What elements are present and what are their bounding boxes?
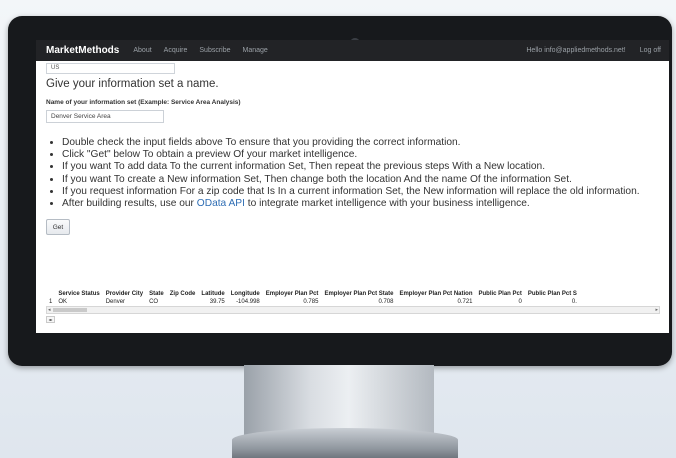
column-header[interactable]: Public Plan Pct S <box>525 290 580 298</box>
country-field[interactable]: US <box>46 63 175 74</box>
cell-service-status: OK <box>58 298 68 305</box>
results-table: Service Status Provider City State Zip C… <box>46 290 580 305</box>
instruction-item: If you request information For a zip cod… <box>62 186 669 198</box>
nav-subscribe[interactable]: Subscribe <box>199 47 230 54</box>
brand-logo[interactable]: MarketMethods <box>46 45 119 56</box>
information-set-name-input[interactable]: Denver Service Area <box>46 110 164 123</box>
nav-about[interactable]: About <box>133 47 151 54</box>
cell-public-plan-pct: 0 <box>518 298 522 305</box>
instruction-item-odata: After building results, use our OData AP… <box>62 198 669 210</box>
monitor-stand-base <box>232 428 458 458</box>
scroll-right-icon[interactable]: ▸ <box>655 307 658 313</box>
column-header[interactable]: Provider City <box>103 290 146 298</box>
column-header[interactable]: Zip Code <box>167 290 199 298</box>
column-header[interactable]: Employer Plan Pct <box>263 290 322 298</box>
cell-public-plan-pct-state: 0. <box>571 298 577 305</box>
instruction-text: to integrate market intelligence with yo… <box>244 198 530 210</box>
section-title: Give your information set a name. <box>46 78 219 90</box>
cell-state: CO <box>149 298 159 305</box>
instruction-text: After building results, use our <box>62 198 197 210</box>
instructions-list: Double check the input fields above To e… <box>46 137 669 210</box>
nav-acquire[interactable]: Acquire <box>164 47 188 54</box>
column-header[interactable]: Employer Plan Pct State <box>321 290 396 298</box>
column-header[interactable]: Employer Plan Pct Nation <box>396 290 475 298</box>
cell-latitude: 39.75 <box>209 298 225 305</box>
column-header[interactable]: Service Status <box>55 290 102 298</box>
cell-employer-plan-pct-nation: 0.721 <box>457 298 473 305</box>
table-row[interactable]: 1 OK Denver CO 39.75 -104.998 0.785 0.70… <box>46 298 580 305</box>
odata-api-link[interactable]: OData API <box>197 198 245 209</box>
table-header-row: Service Status Provider City State Zip C… <box>46 290 580 298</box>
column-header[interactable]: Longitude <box>228 290 263 298</box>
cell-longitude: -104.998 <box>236 298 260 305</box>
main-content: US Give your information set a name. Nam… <box>36 61 669 236</box>
column-header[interactable]: Latitude <box>198 290 227 298</box>
get-button[interactable]: Get <box>46 219 70 236</box>
logoff-link[interactable]: Log off <box>640 47 661 54</box>
cell-provider-city: Denver <box>105 298 126 305</box>
column-header <box>46 290 55 298</box>
cell-employer-plan-pct-state: 0.708 <box>378 298 394 305</box>
cell-zip-code <box>167 298 199 305</box>
nav-manage[interactable]: Manage <box>243 47 268 54</box>
scrollbar-thumb[interactable] <box>53 308 87 312</box>
instruction-item: Double check the input fields above To e… <box>62 137 669 149</box>
instruction-item: Click "Get" below To obtain a preview Of… <box>62 149 669 161</box>
pager-icon[interactable]: ◂▸ <box>46 316 55 323</box>
browser-screen: MarketMethods About Acquire Subscribe Ma… <box>36 40 669 333</box>
horizontal-scrollbar[interactable]: ◂ ▸ <box>46 306 660 314</box>
user-greeting-link[interactable]: Hello info@appliedmethods.net! <box>526 47 625 54</box>
scroll-left-icon[interactable]: ◂ <box>48 307 51 313</box>
instruction-item: If you want To add data To the current i… <box>62 161 669 173</box>
top-navbar: MarketMethods About Acquire Subscribe Ma… <box>36 40 669 61</box>
column-header[interactable]: State <box>146 290 167 298</box>
cell-employer-plan-pct: 0.785 <box>303 298 319 305</box>
name-field-label: Name of your information set (Example: S… <box>46 99 241 106</box>
results-grid: Service Status Provider City State Zip C… <box>46 290 660 323</box>
instruction-item: If you want To create a New information … <box>62 174 669 186</box>
column-header[interactable]: Public Plan Pct <box>476 290 525 298</box>
monitor-stand-neck <box>244 365 434 435</box>
row-number: 1 <box>49 298 53 305</box>
